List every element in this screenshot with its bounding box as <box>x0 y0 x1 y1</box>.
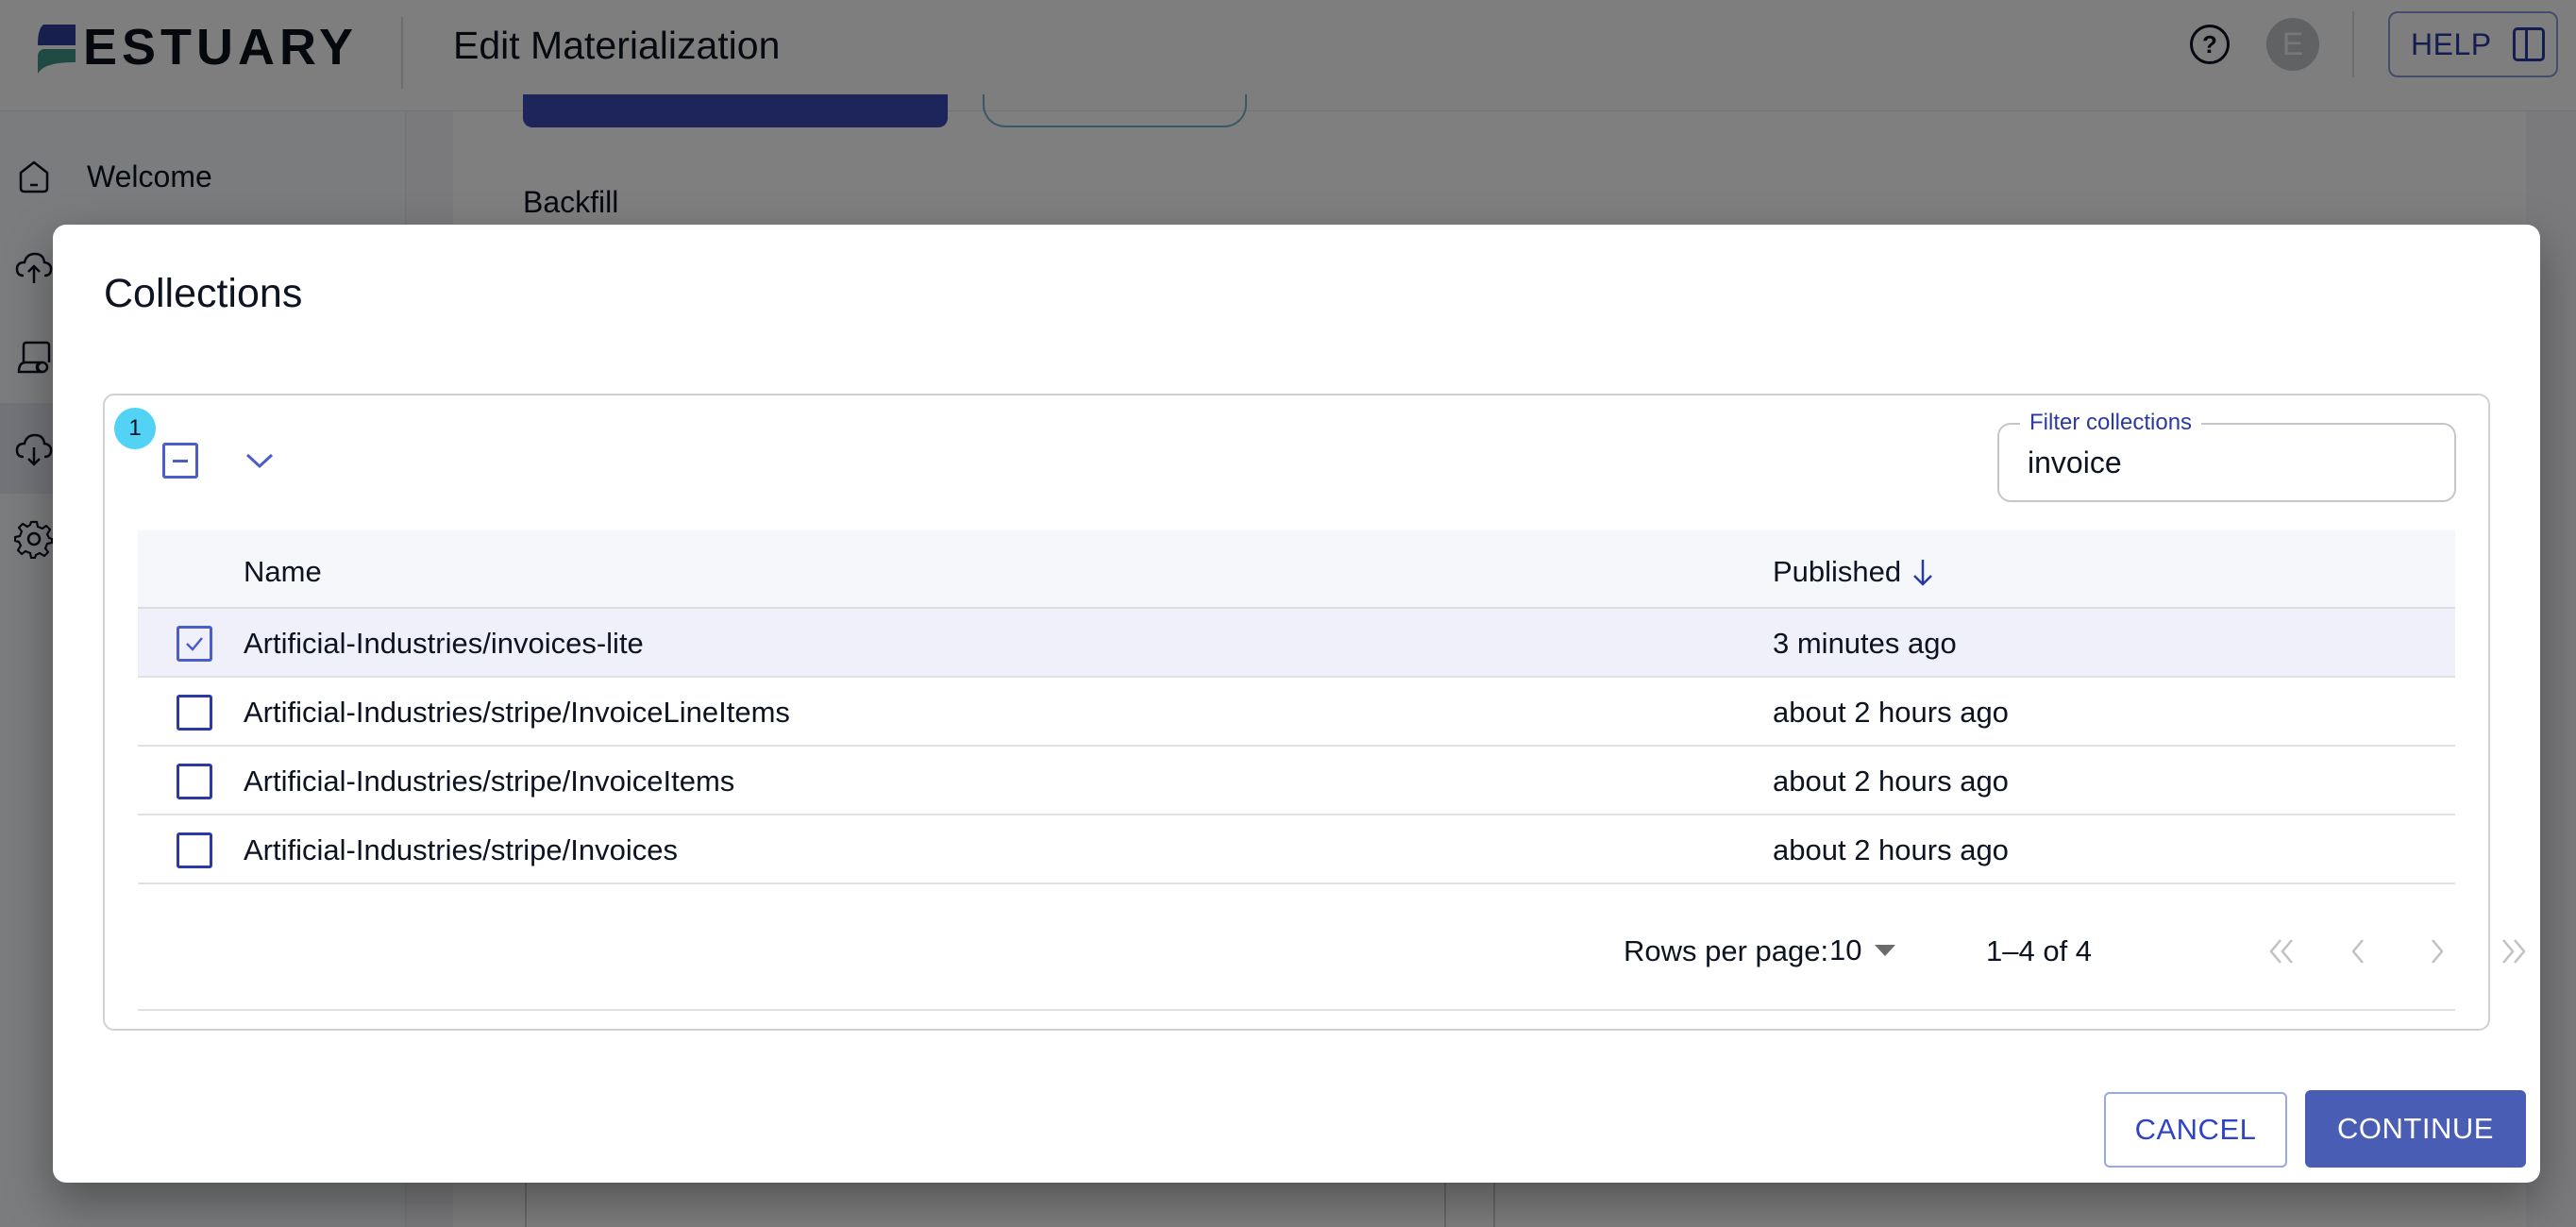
collections-selector: 1 Filter collections Name Published Arti… <box>103 394 2526 1031</box>
table-row[interactable]: Artificial-Industries/invoices-lite 3 mi… <box>138 609 2455 678</box>
chevron-right-icon <box>2432 939 2444 964</box>
double-chevron-left-icon <box>2269 939 2293 964</box>
row-checkbox[interactable] <box>177 764 212 799</box>
row-checkbox-checked[interactable] <box>177 626 212 662</box>
collection-name: Artificial-Industries/stripe/Invoices <box>244 833 678 866</box>
published-time: 3 minutes ago <box>1773 627 1957 660</box>
filter-collections-field[interactable]: Filter collections <box>1997 409 2456 502</box>
rows-per-page-value: 10 <box>1829 933 1862 966</box>
caret-down-icon <box>1875 945 1896 956</box>
table-row[interactable]: Artificial-Industries/stripe/InvoiceLine… <box>138 678 2455 747</box>
row-checkbox[interactable] <box>177 832 212 868</box>
published-time: about 2 hours ago <box>1773 696 2009 729</box>
pagination-range: 1–4 of 4 <box>1986 934 2093 967</box>
table-row[interactable]: Artificial-Industries/stripe/Invoices ab… <box>138 815 2455 884</box>
next-page-button[interactable] <box>2413 928 2460 975</box>
published-time: about 2 hours ago <box>1773 833 2009 866</box>
double-chevron-right-icon <box>2502 939 2526 964</box>
column-header-published[interactable]: Published <box>1773 555 1935 589</box>
last-page-button[interactable] <box>2490 928 2537 975</box>
collections-table: Name Published Artificial-Industries/inv… <box>138 530 2455 884</box>
bulk-actions-dropdown[interactable] <box>241 443 278 479</box>
selected-count-badge: 1 <box>114 408 156 449</box>
published-time: about 2 hours ago <box>1773 765 2009 798</box>
dialog-title: Collections <box>104 271 303 316</box>
filter-collections-label: Filter collections <box>2020 409 2202 437</box>
continue-button[interactable]: CONTINUE <box>2305 1090 2526 1168</box>
rows-per-page-label: Rows per page: <box>1624 934 1829 967</box>
collection-name: Artificial-Industries/stripe/InvoiceLine… <box>244 696 790 729</box>
table-row[interactable]: Artificial-Industries/stripe/InvoiceItem… <box>138 747 2455 815</box>
chevron-down-icon <box>245 453 274 469</box>
column-header-published-label: Published <box>1773 555 1902 588</box>
collection-name: Artificial-Industries/invoices-lite <box>244 627 644 660</box>
collection-name: Artificial-Industries/stripe/InvoiceItem… <box>244 765 735 798</box>
first-page-button[interactable] <box>2258 928 2305 975</box>
previous-page-button[interactable] <box>2335 928 2382 975</box>
table-pagination: Rows per page: 10 1–4 of 4 <box>138 899 2526 1011</box>
table-header: Name Published <box>138 530 2455 609</box>
sort-descending-icon <box>1913 560 1933 586</box>
filter-collections-input[interactable] <box>2028 442 2424 483</box>
collections-dialog: Collections 1 Filter collections Name Pu… <box>53 225 2540 1183</box>
chevron-left-icon <box>2351 939 2364 964</box>
checkmark-icon <box>186 637 203 651</box>
row-checkbox[interactable] <box>177 695 212 731</box>
select-all-checkbox[interactable] <box>162 443 198 479</box>
rows-per-page-select[interactable]: 10 <box>1829 930 1896 971</box>
cancel-button[interactable]: CANCEL <box>2104 1092 2287 1168</box>
column-header-name[interactable]: Name <box>244 555 322 589</box>
